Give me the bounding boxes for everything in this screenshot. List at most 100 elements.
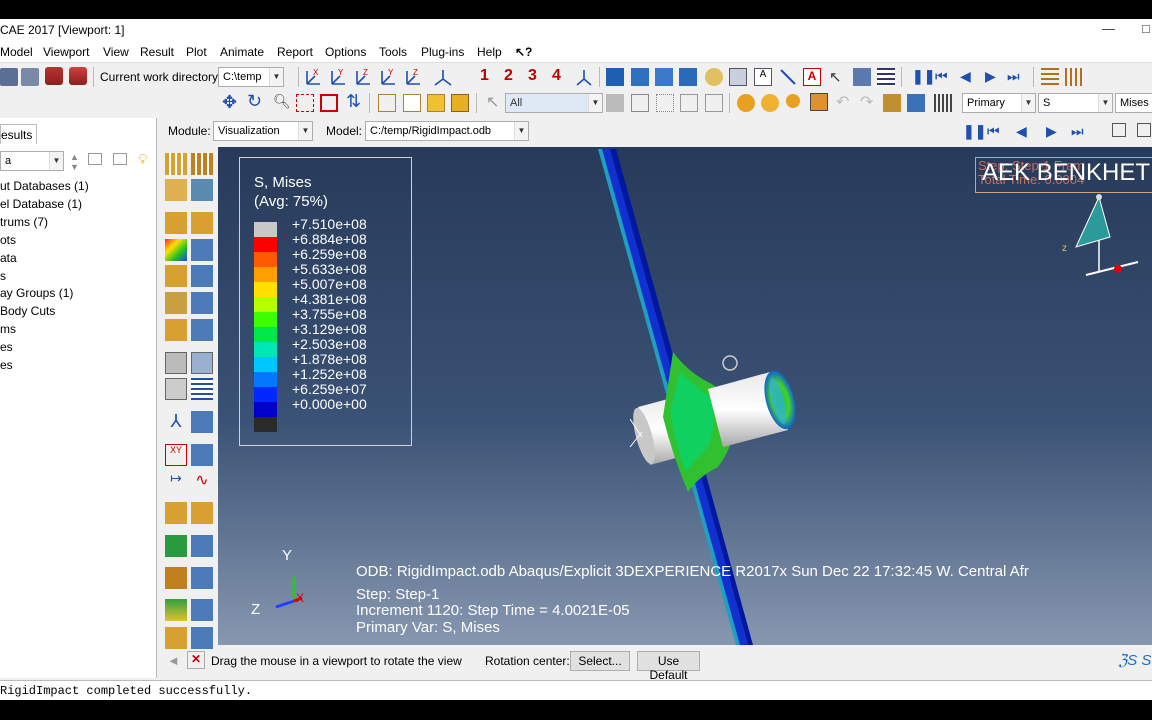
- tree-filter-icon[interactable]: [113, 153, 127, 165]
- list-icon[interactable]: [877, 68, 895, 86]
- magnify-icon[interactable]: 🔍︎: [273, 93, 291, 110]
- display-group-tool-icon[interactable]: [165, 599, 187, 621]
- animation-options-icon[interactable]: [1065, 68, 1083, 86]
- object-icon[interactable]: [883, 94, 901, 112]
- selection-filter-select[interactable]: All ▼: [505, 93, 603, 113]
- query-icon[interactable]: [810, 93, 828, 111]
- multiple-options-icon[interactable]: [191, 292, 213, 314]
- menu-options[interactable]: Options: [325, 45, 366, 59]
- field-invariant-select[interactable]: Mises: [1115, 93, 1152, 113]
- shaded-icon[interactable]: [451, 94, 469, 112]
- view-orientation-icons[interactable]: XYZYZ: [303, 67, 473, 87]
- minimize-icon[interactable]: —: [1102, 21, 1115, 36]
- selection-arrow-icon[interactable]: ↖: [486, 92, 499, 112]
- toolbox-icon-11[interactable]: [165, 319, 187, 341]
- tree-item-spectrums[interactable]: trums (7): [0, 215, 48, 229]
- tree-filter-select[interactable]: a ▼: [0, 151, 64, 171]
- menu-animate[interactable]: Animate: [220, 45, 264, 59]
- plot-contours-icon[interactable]: [165, 179, 187, 201]
- replace-group-icon[interactable]: [761, 94, 779, 112]
- database-save-icon[interactable]: [69, 67, 87, 85]
- tree-item-images[interactable]: es: [0, 358, 13, 372]
- menu-report[interactable]: Report: [277, 45, 313, 59]
- select-pointer-icon[interactable]: ↖: [829, 68, 847, 86]
- tree-item-paths[interactable]: s: [0, 269, 6, 283]
- add-group-icon[interactable]: [786, 94, 800, 108]
- toolbox-icon-last-2[interactable]: [191, 627, 213, 649]
- tree-item-plots[interactable]: ots: [0, 233, 16, 247]
- previous-frame-icon[interactable]: ◀: [960, 68, 971, 85]
- text-a-icon[interactable]: A: [754, 68, 772, 86]
- menu-plot[interactable]: Plot: [186, 45, 207, 59]
- symbol-options-icon[interactable]: [191, 212, 213, 234]
- xy-data-icon[interactable]: XY: [165, 444, 187, 466]
- context-next-icon[interactable]: ▶: [1046, 123, 1057, 140]
- field-variable-select[interactable]: S ▼: [1038, 93, 1113, 113]
- frame-selector-icon[interactable]: [1041, 68, 1059, 86]
- contour-plot-options-icon[interactable]: [191, 239, 213, 261]
- plot-undeformed-icon[interactable]: [165, 153, 187, 175]
- iso-view-icon[interactable]: [574, 67, 594, 87]
- menu-tools[interactable]: Tools: [379, 45, 407, 59]
- pan-icon[interactable]: ✥: [222, 92, 237, 113]
- display-options-icon[interactable]: [907, 94, 925, 112]
- frame-icon[interactable]: [1112, 123, 1126, 137]
- wireframe-icon[interactable]: [378, 94, 396, 112]
- pause-icon[interactable]: ❚❚: [912, 68, 935, 85]
- plot-deformed-icon[interactable]: [191, 153, 213, 175]
- menu-help[interactable]: Help: [477, 45, 502, 59]
- view-3-button[interactable]: 3: [528, 67, 537, 85]
- allow-multiple-icon[interactable]: [165, 292, 187, 314]
- use-default-button[interactable]: Use Default: [637, 651, 700, 682]
- viewport[interactable]: S, Mises (Avg: 75%) +7.510e+08 +6.884e+08…: [218, 147, 1152, 645]
- menu-result[interactable]: Result: [140, 45, 174, 59]
- print-icon[interactable]: [21, 68, 39, 86]
- menu-view[interactable]: View: [103, 45, 129, 59]
- undo-icon[interactable]: ↶: [836, 92, 849, 112]
- view-1-button[interactable]: 1: [480, 67, 489, 85]
- select-option-icon[interactable]: [606, 94, 624, 112]
- orientation-options-icon[interactable]: [191, 265, 213, 287]
- plot-symbols-icon[interactable]: [165, 212, 187, 234]
- text-icon[interactable]: A: [803, 68, 821, 86]
- maximize-icon[interactable]: □: [1142, 21, 1150, 36]
- next-frame-icon[interactable]: ▶: [985, 68, 996, 85]
- select-poly-icon[interactable]: [680, 94, 698, 112]
- tree-item-display-groups[interactable]: ay Groups (1): [0, 286, 73, 300]
- query-tool-icon[interactable]: [165, 567, 187, 589]
- field-output-icon[interactable]: [934, 94, 952, 112]
- cwd-select[interactable]: C:\temp ▼: [218, 67, 284, 87]
- view-cut-manager-icon[interactable]: [191, 411, 213, 433]
- database-icon[interactable]: [45, 67, 63, 85]
- rotate-icon[interactable]: ↻: [247, 91, 262, 112]
- tree-sort-icon[interactable]: ▲ ▼: [70, 152, 79, 172]
- context-first-icon[interactable]: ⏮: [987, 123, 1000, 140]
- legend-options-icon[interactable]: [853, 68, 871, 86]
- context-prev-icon[interactable]: ◀: [1016, 123, 1027, 140]
- tree-item-free-body-cuts[interactable]: Body Cuts: [0, 304, 55, 318]
- path-icon[interactable]: ↦: [165, 470, 187, 492]
- tree-tip-icon[interactable]: 💡︎: [138, 151, 148, 168]
- xy-plot-icon[interactable]: ∿: [191, 470, 213, 492]
- contour-options-icon[interactable]: [191, 179, 213, 201]
- tree-item-model-database[interactable]: el Database (1): [0, 197, 82, 211]
- select-box-icon[interactable]: [656, 94, 674, 112]
- animate-scale-icon[interactable]: [165, 352, 187, 374]
- display-group-icon[interactable]: [737, 94, 755, 112]
- toolbox-icon-last[interactable]: [165, 627, 187, 649]
- select-circle-icon[interactable]: [705, 94, 723, 112]
- view-cut-icon[interactable]: ⅄: [165, 411, 187, 433]
- context-last-icon[interactable]: ⏭: [1071, 123, 1084, 140]
- context-help-icon[interactable]: ↖?: [515, 45, 532, 59]
- tree-item-output-databases[interactable]: ut Databases (1): [0, 179, 89, 193]
- free-body-options-icon[interactable]: [191, 502, 213, 524]
- animate-time-icon[interactable]: [191, 352, 213, 374]
- cycle-views-icon[interactable]: ⇅: [346, 91, 361, 112]
- stream-icon[interactable]: [165, 535, 187, 557]
- last-frame-icon[interactable]: ⏭: [1007, 68, 1020, 85]
- display-group-manager-icon[interactable]: [191, 599, 213, 621]
- animation-list-icon[interactable]: [191, 378, 213, 400]
- contour-plot-active-icon[interactable]: [165, 239, 187, 261]
- tree-item-movies[interactable]: es: [0, 340, 13, 354]
- select-button[interactable]: Select...: [570, 651, 630, 671]
